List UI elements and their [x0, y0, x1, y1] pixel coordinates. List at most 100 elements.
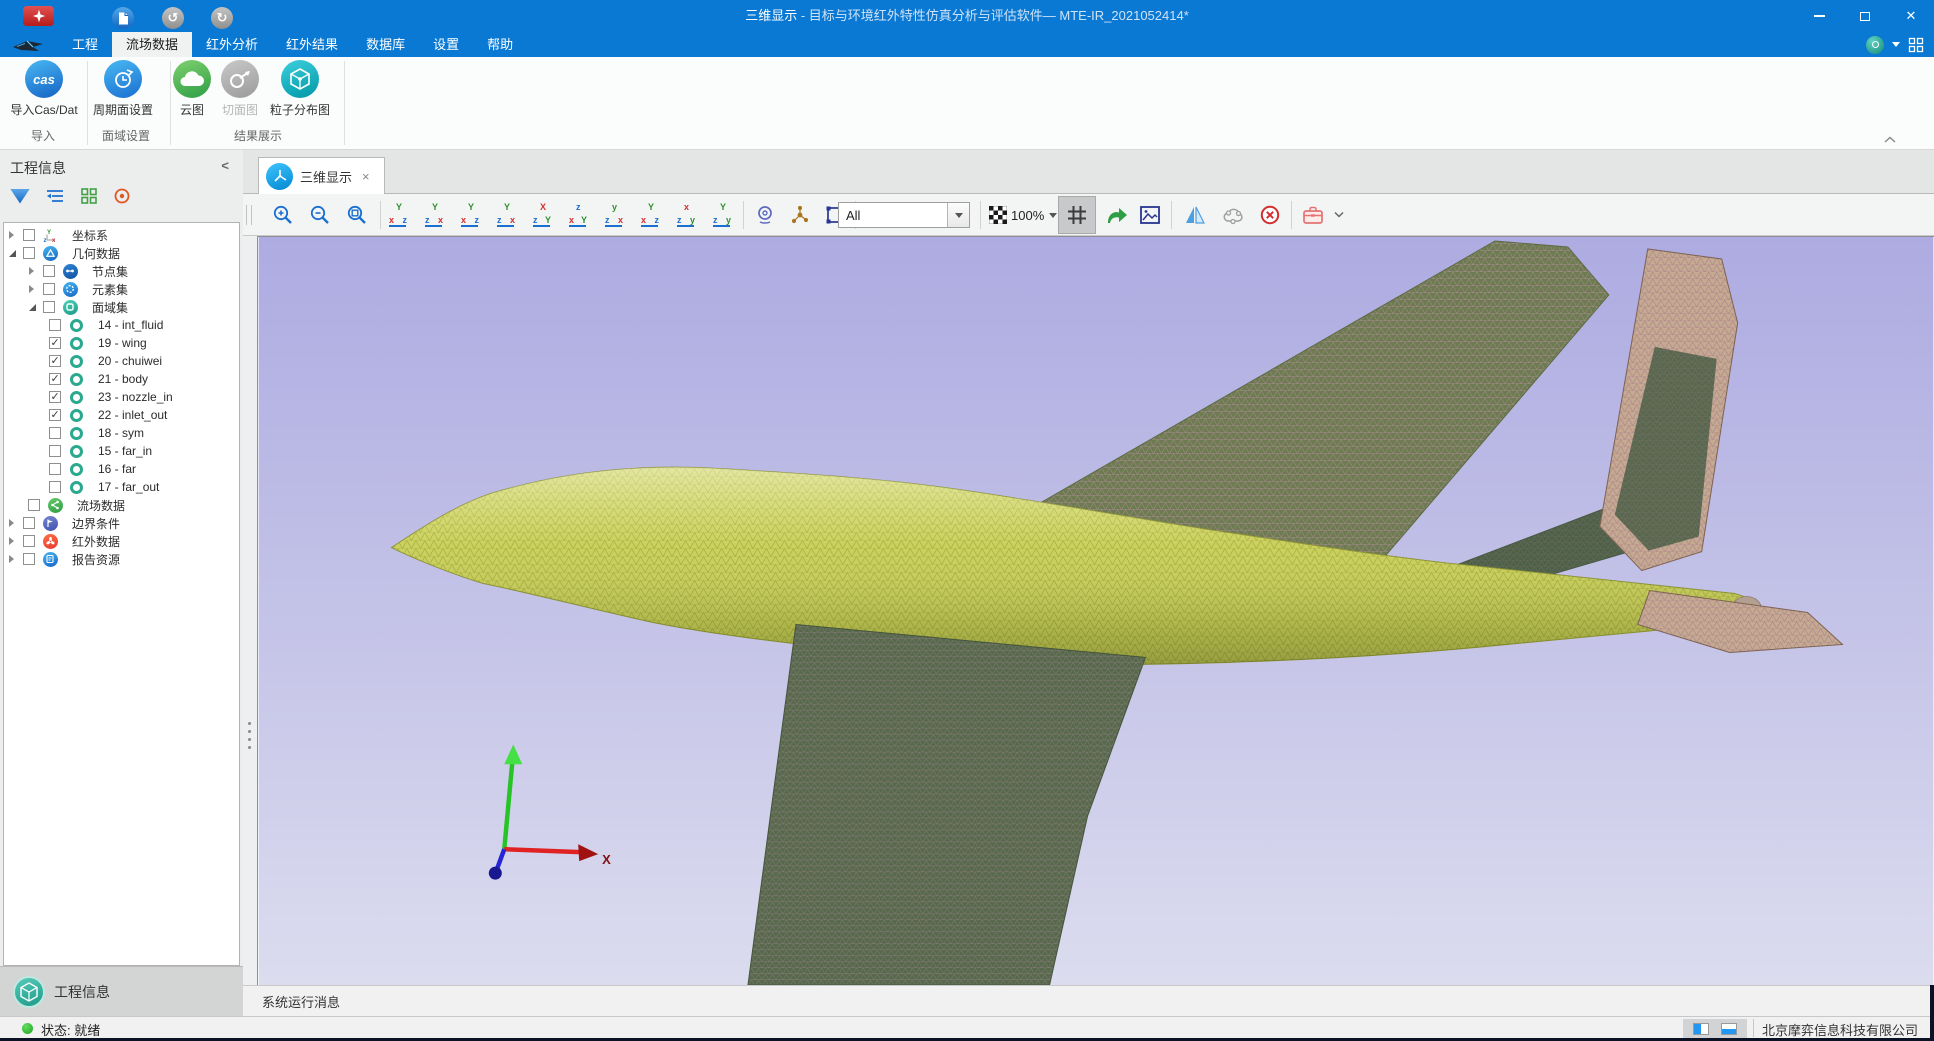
expander-icon[interactable]: [9, 250, 23, 257]
expander-icon[interactable]: [9, 537, 23, 545]
view-top-button[interactable]: XzY: [529, 194, 555, 235]
zoom-out-button[interactable]: [307, 194, 333, 235]
tree-item-element-set[interactable]: 元素集: [4, 280, 239, 298]
menu-item-infrared-analysis[interactable]: 红外分析: [192, 32, 272, 57]
tree-item-infrared-data[interactable]: 红外数据: [4, 532, 239, 550]
clear-results-button[interactable]: [1256, 194, 1284, 235]
layout-split-horizontal-icon[interactable]: [1721, 1023, 1737, 1035]
tree-item-report-resources[interactable]: 报告资源: [4, 550, 239, 568]
render-nodes-button[interactable]: [786, 194, 814, 235]
mirror-button[interactable]: [1181, 194, 1209, 235]
checkbox[interactable]: [49, 373, 61, 385]
tree-item-chuiwei[interactable]: 20 - chuiwei: [4, 352, 239, 370]
smooth-surface-button[interactable]: [1219, 194, 1247, 235]
export-share-button[interactable]: [1103, 194, 1131, 235]
checkbox[interactable]: [49, 481, 61, 493]
tree-item-body[interactable]: 21 - body: [4, 370, 239, 388]
expander-icon[interactable]: [9, 231, 23, 239]
tree-item-int-fluid[interactable]: 14 - int_fluid: [4, 316, 239, 334]
checkbox[interactable]: [23, 553, 35, 565]
tree-item-sym[interactable]: 18 - sym: [4, 424, 239, 442]
display-filter-select[interactable]: All: [838, 202, 970, 228]
screenshot-button[interactable]: [1136, 194, 1164, 235]
menu-item-infrared-results[interactable]: 红外结果: [272, 32, 352, 57]
checkbox[interactable]: [49, 427, 61, 439]
panel-collapse-button[interactable]: <: [221, 158, 229, 173]
tree-item-far-out[interactable]: 17 - far_out: [4, 478, 239, 496]
menu-item-help[interactable]: 帮助: [473, 32, 527, 57]
perspective-camera-button[interactable]: [751, 194, 779, 235]
ribbon-collapse-button[interactable]: [1884, 131, 1900, 143]
expander-icon[interactable]: [29, 267, 43, 275]
outline-list-button[interactable]: [45, 188, 65, 204]
toolbox-button[interactable]: [1299, 194, 1327, 235]
maximize-button[interactable]: [1842, 0, 1888, 32]
view-left-button[interactable]: Yxz: [457, 194, 483, 235]
tree-item-wing[interactable]: 19 - wing: [4, 334, 239, 352]
account-button[interactable]: [1866, 36, 1884, 54]
checkbox[interactable]: [23, 247, 35, 259]
tab-close-icon[interactable]: ×: [362, 169, 370, 184]
menu-item-settings[interactable]: 设置: [419, 32, 473, 57]
checkbox[interactable]: [23, 517, 35, 529]
grid-toggle-button[interactable]: [1058, 196, 1096, 234]
checkbox[interactable]: [49, 463, 61, 475]
panel-splitter[interactable]: [243, 236, 257, 985]
checkbox[interactable]: [43, 301, 55, 313]
import-cas-dat-button[interactable]: cas 导入Cas/Dat: [5, 60, 83, 118]
tree-item-geometry-data[interactable]: 几何数据: [4, 244, 239, 262]
minimize-button[interactable]: [1796, 0, 1842, 32]
particle-distribution-button[interactable]: 粒子分布图: [261, 60, 339, 118]
menu-item-flowfield-data[interactable]: 流场数据: [112, 32, 192, 57]
tree-item-node-set[interactable]: 节点集: [4, 262, 239, 280]
tab-3d-display[interactable]: 三维显示 ×: [258, 157, 385, 194]
layout-split-vertical-icon[interactable]: [1693, 1023, 1709, 1035]
toolbar-grip[interactable]: [246, 205, 252, 225]
view-iso4-button[interactable]: Yzy: [709, 194, 735, 235]
menu-item-engineering[interactable]: 工程: [58, 32, 112, 57]
view-bottom-button[interactable]: zxY: [565, 194, 591, 235]
panel-bottom-tab[interactable]: 工程信息: [0, 966, 243, 1016]
tree-item-far[interactable]: 16 - far: [4, 460, 239, 478]
filter-button[interactable]: [10, 189, 30, 204]
tree-item-far-in[interactable]: 15 - far_in: [4, 442, 239, 460]
expander-icon[interactable]: [29, 285, 43, 293]
zoom-fit-button[interactable]: [344, 194, 370, 235]
tree-item-flow-data[interactable]: 流场数据: [4, 496, 239, 514]
zoom-in-button[interactable]: [270, 194, 296, 235]
checkbox[interactable]: [49, 409, 61, 421]
viewport-3d[interactable]: X: [257, 236, 1934, 985]
checkbox[interactable]: [49, 391, 61, 403]
view-iso2-button[interactable]: Yxz: [637, 194, 663, 235]
tree-item-coordinate-system[interactable]: Yzx 坐标系: [4, 226, 239, 244]
transparency-button[interactable]: [986, 194, 1010, 235]
toolbox-dropdown-button[interactable]: [1329, 194, 1349, 235]
checkbox[interactable]: [49, 445, 61, 457]
checkbox[interactable]: [43, 265, 55, 277]
tree-item-face-set[interactable]: 面域集: [4, 298, 239, 316]
close-button[interactable]: ✕: [1888, 0, 1934, 32]
tree-item-boundary-conditions[interactable]: 边界条件: [4, 514, 239, 532]
checkbox[interactable]: [43, 283, 55, 295]
checkbox[interactable]: [23, 229, 35, 241]
tree-item-inlet-out[interactable]: 22 - inlet_out: [4, 406, 239, 424]
view-back-button[interactable]: Yzx: [421, 194, 447, 235]
checkbox[interactable]: [23, 535, 35, 547]
view-iso3-button[interactable]: xzy: [673, 194, 699, 235]
expander-icon[interactable]: [9, 555, 23, 563]
dropdown-caret-icon[interactable]: [1892, 42, 1900, 47]
view-iso1-button[interactable]: yzx: [601, 194, 627, 235]
grid-view-button[interactable]: [80, 187, 98, 205]
zoom-level-button[interactable]: 100%: [1011, 202, 1057, 228]
view-front-button[interactable]: Yxz: [385, 194, 411, 235]
apps-grid-button[interactable]: [1908, 37, 1924, 53]
expander-icon[interactable]: [29, 304, 43, 311]
checkbox[interactable]: [28, 499, 40, 511]
checkbox[interactable]: [49, 319, 61, 331]
target-button[interactable]: [113, 187, 131, 205]
expander-icon[interactable]: [9, 519, 23, 527]
view-right-button[interactable]: Yzx: [493, 194, 519, 235]
combo-dropdown-button[interactable]: [947, 203, 969, 227]
menu-item-database[interactable]: 数据库: [352, 32, 419, 57]
periodic-face-settings-button[interactable]: 周期面设置: [85, 60, 161, 118]
